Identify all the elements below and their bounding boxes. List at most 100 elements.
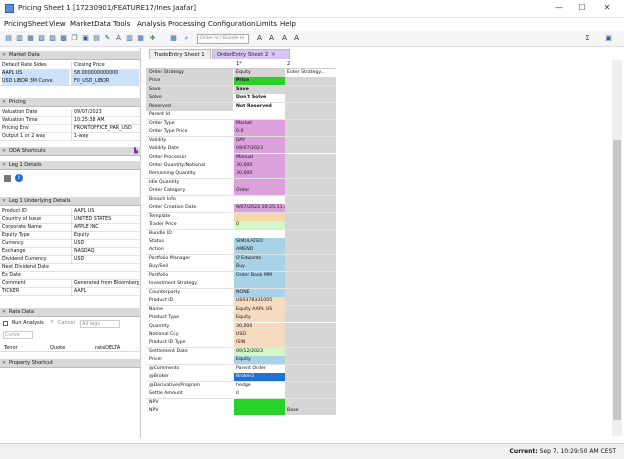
grid-row-extra[interactable] xyxy=(285,356,336,365)
grid-row-extra[interactable] xyxy=(285,153,336,162)
grid-row-value[interactable]: Buy xyxy=(234,263,285,272)
grid-row-value[interactable]: Parent Order xyxy=(234,364,285,373)
pricing-row[interactable]: Valuation Time 10:25:38 AM xyxy=(0,117,141,125)
grid-row-value[interactable]: Save xyxy=(234,85,285,94)
grid-row-extra[interactable] xyxy=(285,271,336,280)
grid2-icon[interactable]: ▦ xyxy=(169,34,178,43)
close-icon[interactable]: ✕ xyxy=(2,51,6,60)
grid-row-extra[interactable] xyxy=(285,170,336,179)
grid-row-value[interactable] xyxy=(234,229,285,238)
grid-row[interactable]: Status SIMULATED xyxy=(146,238,336,247)
grid-row-extra[interactable] xyxy=(285,204,336,213)
grid-row-value[interactable] xyxy=(234,280,285,289)
leg1-details-header[interactable]: ✕ Leg 1 Details xyxy=(0,161,141,170)
grid-row-extra[interactable] xyxy=(285,280,336,289)
cancel-button[interactable]: Cancel xyxy=(58,320,75,326)
grid-row-extra[interactable] xyxy=(285,398,336,407)
tab-orderentry[interactable]: OrderEntry Sheet 2 ✕ xyxy=(212,49,290,59)
text-icon[interactable]: A xyxy=(114,34,123,43)
grid-row-extra[interactable] xyxy=(285,111,336,120)
grid-row-value[interactable]: 9/07/2023 10:25:11 AM xyxy=(234,204,285,213)
grid-row[interactable]: Order Type Market xyxy=(146,119,336,129)
underlying-row[interactable]: Country of Issue UNITED STATES xyxy=(0,216,141,224)
grid-row-value[interactable]: 09/12/2023 xyxy=(234,347,285,356)
grid-row-extra[interactable] xyxy=(285,288,336,297)
grid-row[interactable]: Order Type Price 0.0 xyxy=(146,128,336,137)
grid-row-value[interactable]: Price xyxy=(234,77,285,86)
table-icon[interactable]: ▧ xyxy=(37,34,46,43)
grid-row-extra[interactable] xyxy=(285,187,336,196)
grid-row[interactable]: Breach Info xyxy=(146,195,336,205)
grid-row-extra[interactable] xyxy=(285,161,336,170)
close-icon[interactable]: ✕ xyxy=(2,98,6,107)
grid-row[interactable]: Order Category Order xyxy=(146,187,336,196)
grid-row-extra[interactable] xyxy=(285,145,336,154)
leg1-underlying-header[interactable]: ✕ Leg 1 Underlying Details xyxy=(0,197,141,206)
underlying-row[interactable]: Currency USD xyxy=(0,240,141,248)
new-icon[interactable]: ▤ xyxy=(4,34,13,43)
grid-row-extra[interactable]: Base xyxy=(285,407,336,415)
underlying-row[interactable]: TICKER AAPL xyxy=(0,288,141,296)
grid-row-value[interactable]: Equity xyxy=(234,69,285,77)
grid-row-value[interactable]: Order xyxy=(234,187,285,196)
grid-row[interactable]: Template xyxy=(146,212,336,222)
grid-row-value[interactable]: Equity xyxy=(234,314,285,323)
grid-row-value[interactable]: Not Reserved xyxy=(234,102,285,111)
grid-row[interactable]: Product ID US0378331005 xyxy=(146,297,336,306)
save-icon[interactable]: ▣ xyxy=(604,34,613,43)
close-tab-icon[interactable]: ✕ xyxy=(271,52,275,58)
minimize-button[interactable]: — xyxy=(552,3,566,12)
grid-row-value[interactable]: Market xyxy=(234,119,285,128)
grid-row[interactable]: Buy/Sell Buy xyxy=(146,263,336,272)
grid-row-extra[interactable] xyxy=(285,136,336,145)
grid-row-extra[interactable] xyxy=(285,102,336,111)
grid-row[interactable]: Quantity 30,000 xyxy=(146,322,336,331)
grid-row-extra[interactable] xyxy=(285,128,336,137)
underlying-row[interactable]: Next Dividend Date xyxy=(0,264,141,272)
underlying-row[interactable]: Product ID AAPL US xyxy=(0,208,141,216)
oda-shortcuts-header[interactable]: ✕ ODA Shortcuts ▙ xyxy=(0,147,141,156)
grid-row-extra[interactable] xyxy=(285,314,336,323)
grid-row-value[interactable]: ISIN xyxy=(234,339,285,348)
grid-icon[interactable]: ▦ xyxy=(26,34,35,43)
grid-row-value[interactable]: DAY xyxy=(234,136,285,145)
grid-row[interactable]: Parent Id xyxy=(146,111,336,120)
font-smaller-icon[interactable]: A xyxy=(267,34,276,43)
grid-row-value[interactable]: Equity xyxy=(234,356,285,365)
pricing-header[interactable]: ✕ Pricing xyxy=(0,98,141,107)
insert-icon[interactable]: ▥ xyxy=(125,34,134,43)
grid-row-extra[interactable] xyxy=(285,347,336,356)
tab-tradeentry[interactable]: TradeEntry Sheet 1 xyxy=(149,49,211,59)
underlying-row[interactable]: Ex Date xyxy=(0,272,141,280)
grid-row-extra[interactable] xyxy=(285,364,336,373)
close-icon[interactable]: ✕ xyxy=(2,308,6,317)
grid-row-extra[interactable] xyxy=(285,212,336,221)
grid-row-value[interactable] xyxy=(234,398,285,407)
cancel-icon[interactable]: ✕ xyxy=(50,319,54,325)
grid-row-value[interactable]: AMEND xyxy=(234,246,285,255)
grid-row[interactable]: Bundle ID xyxy=(146,229,336,238)
grid-row-value[interactable]: Broker2 xyxy=(234,373,285,382)
grid-row[interactable]: NPV xyxy=(146,398,336,407)
grid-row-value[interactable]: NONE xyxy=(234,288,285,297)
grid-row[interactable]: @Comments Parent Order xyxy=(146,364,336,374)
grid-row-value[interactable] xyxy=(234,212,285,221)
grid-row-extra[interactable] xyxy=(285,119,336,128)
grid-row-extra[interactable] xyxy=(285,94,336,103)
grid-row[interactable]: Reserved Not Reserved xyxy=(146,102,336,112)
chart-icon[interactable]: ▙ xyxy=(134,147,138,156)
grid-row-value[interactable]: SIMULATED xyxy=(234,238,285,246)
pricing-row[interactable]: Output 1 or 2 way 1-way xyxy=(0,133,141,141)
grid-row[interactable]: Trader Price 0 xyxy=(146,221,336,230)
grid-row-value[interactable]: Order Book MM xyxy=(234,271,285,280)
maximize-button[interactable]: ☐ xyxy=(575,3,589,12)
grid-row[interactable]: Solve Don't Solve xyxy=(146,94,336,103)
close-icon[interactable]: ✕ xyxy=(2,197,6,206)
grid-icon[interactable] xyxy=(4,175,11,182)
grid-row-extra[interactable] xyxy=(285,254,336,263)
grid-row[interactable]: Validity DAY xyxy=(146,136,336,146)
grid-row[interactable]: Portfolio Manager O Edwards xyxy=(146,254,336,264)
grid-row-extra[interactable]: Enter Strategy... xyxy=(285,69,336,77)
close-icon[interactable]: ✕ xyxy=(2,161,6,170)
grid-row[interactable]: Remaining Quantity 30,000 xyxy=(146,170,336,179)
